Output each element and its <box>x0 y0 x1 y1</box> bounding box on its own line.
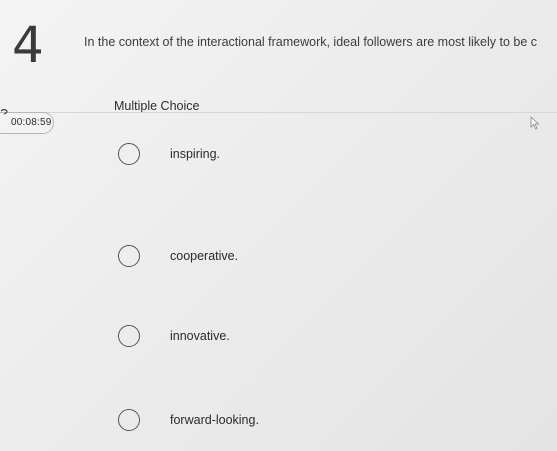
clock-icon <box>0 108 8 115</box>
question-type-label: Multiple Choice <box>114 99 200 113</box>
radio-button[interactable] <box>118 143 140 165</box>
radio-button[interactable] <box>118 409 140 431</box>
cursor-icon <box>530 116 540 130</box>
option-label: innovative. <box>170 329 230 343</box>
option-label: inspiring. <box>170 147 221 161</box>
question-number: 4 <box>12 16 44 74</box>
radio-button[interactable] <box>118 245 140 267</box>
timer-value: 00:08:59 <box>11 117 52 128</box>
option-cooperative[interactable]: cooperative. <box>118 245 478 275</box>
radio-button[interactable] <box>118 325 140 347</box>
header-divider <box>0 112 557 113</box>
option-label: cooperative. <box>170 249 239 263</box>
option-label: forward-looking. <box>170 413 259 427</box>
option-forward-looking[interactable]: forward-looking. <box>118 409 478 439</box>
option-innovative[interactable]: innovative. <box>118 325 478 355</box>
question-text: In the context of the interactional fram… <box>84 35 537 49</box>
option-inspiring[interactable]: inspiring. <box>118 143 478 173</box>
